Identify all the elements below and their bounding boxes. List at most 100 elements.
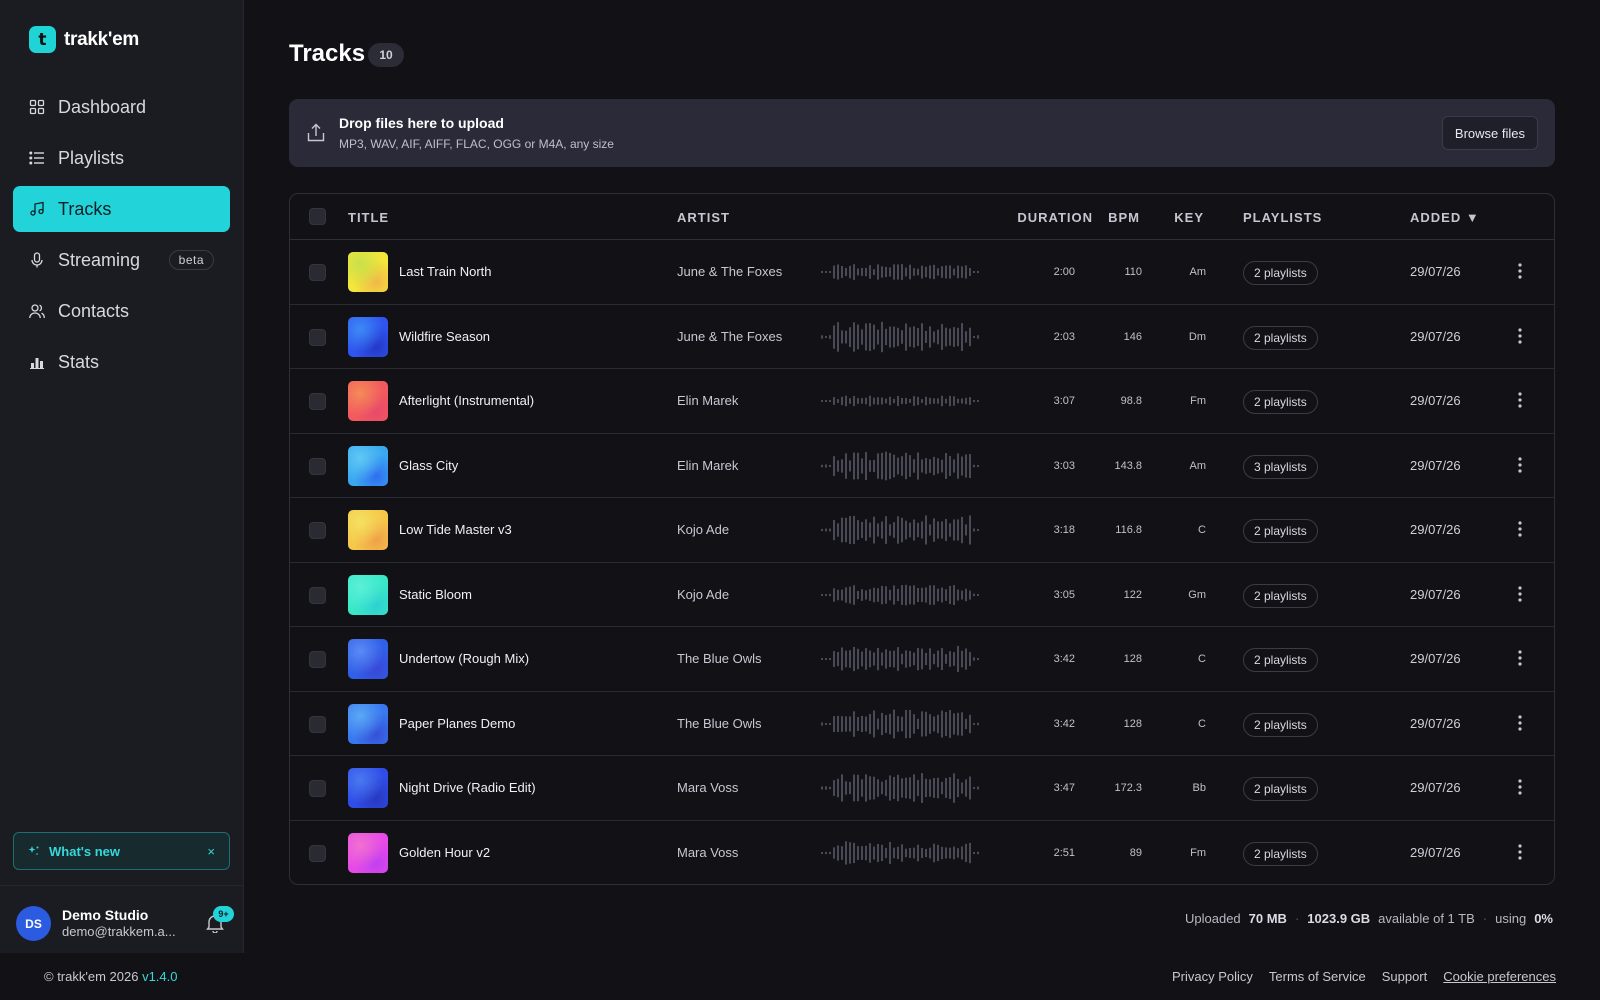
track-title[interactable]: Wildfire Season (399, 329, 490, 344)
waveform[interactable] (820, 833, 982, 873)
row-checkbox[interactable] (309, 586, 326, 604)
waveform[interactable] (820, 381, 982, 421)
table-row[interactable]: Undertow (Rough Mix) The Blue Owls 3:42 128… (290, 627, 1554, 692)
waveform[interactable] (820, 252, 982, 292)
playlists-pill[interactable]: 2 playlists (1243, 648, 1318, 672)
row-checkbox[interactable] (309, 328, 326, 346)
table-row[interactable]: Low Tide Master v3 Kojo Ade 3:18 116.8 C 2 pl… (290, 498, 1554, 563)
whats-new-banner[interactable]: What's new × (13, 832, 230, 870)
cookie-preferences-link[interactable]: Cookie preferences (1443, 969, 1556, 984)
more-options-icon[interactable] (1518, 262, 1522, 280)
more-options-icon[interactable] (1518, 585, 1522, 603)
terms-of-service-link[interactable]: Terms of Service (1269, 969, 1366, 984)
track-title[interactable]: Night Drive (Radio Edit) (399, 780, 536, 795)
page-title: Tracks (289, 40, 366, 67)
version-link[interactable]: v1.4.0 (142, 969, 177, 984)
row-checkbox[interactable] (309, 522, 326, 539)
playlists-pill[interactable]: 2 playlists (1243, 390, 1318, 414)
sidebar-item-stats[interactable]: Stats (13, 339, 230, 385)
waveform[interactable] (820, 768, 982, 808)
track-title[interactable]: Paper Planes Demo (399, 716, 515, 731)
sidebar-item-dashboard[interactable]: Dashboard (13, 84, 230, 130)
waveform-bar (949, 328, 951, 346)
playlists-pill[interactable]: 2 playlists (1243, 325, 1318, 350)
row-checkbox[interactable] (309, 651, 326, 668)
waveform-bar (889, 650, 891, 667)
track-title[interactable]: Static Bloom (399, 587, 472, 602)
table-row[interactable]: Golden Hour v2 Mara Voss 2:51 89 Fm 2 playlis… (290, 821, 1554, 885)
column-key[interactable]: KEY (1174, 210, 1204, 225)
waveform-bar (937, 268, 939, 276)
table-row[interactable]: Night Drive (Radio Edit) Mara Voss 3:47 172… (290, 756, 1554, 821)
waveform-bar (977, 334, 979, 339)
waveform[interactable] (820, 446, 982, 486)
track-title[interactable]: Glass City (399, 458, 458, 473)
track-title[interactable]: Golden Hour v2 (399, 845, 490, 860)
upload-dropzone[interactable]: Drop files here to upload MP3, WAV, AIF,… (289, 99, 1555, 167)
more-options-icon[interactable] (1518, 520, 1522, 538)
table-row[interactable]: Glass City Elin Marek 3:03 143.8 Am 3 playlis… (290, 434, 1554, 498)
more-options-icon[interactable] (1518, 456, 1522, 474)
row-checkbox[interactable] (309, 844, 326, 862)
row-checkbox[interactable] (309, 780, 326, 797)
playlists-pill[interactable]: 2 playlists (1243, 841, 1318, 866)
track-artist: Kojo Ade (677, 522, 730, 537)
column-bpm[interactable]: BPM (1108, 210, 1140, 225)
more-options-icon[interactable] (1518, 778, 1522, 796)
more-options-icon[interactable] (1518, 327, 1522, 345)
column-artist[interactable]: ARTIST (677, 210, 730, 225)
waveform[interactable] (820, 317, 982, 357)
table-row[interactable]: Last Train North June & The Foxes 2:00 110 A… (290, 240, 1554, 305)
more-options-icon[interactable] (1518, 649, 1522, 667)
playlists-pill[interactable]: 2 playlists (1243, 777, 1318, 801)
sidebar-item-contacts[interactable]: Contacts (13, 288, 230, 334)
user-profile[interactable]: DS Demo Studio demo@trakkem.a... 9+ (0, 885, 244, 953)
waveform-bar (977, 593, 979, 596)
support-link[interactable]: Support (1382, 969, 1428, 984)
waveform[interactable] (820, 575, 982, 615)
sidebar-item-tracks[interactable]: Tracks (13, 186, 230, 232)
table-row[interactable]: Static Bloom Kojo Ade 3:05 122 Gm 2 playlists… (290, 563, 1554, 627)
waveform-bar (885, 585, 887, 604)
waveform-bar (953, 458, 955, 473)
row-checkbox[interactable] (309, 715, 326, 733)
column-title[interactable]: TITLE (348, 210, 389, 225)
table-row[interactable]: Afterlight (Instrumental) Elin Marek 3:07 9… (290, 369, 1554, 434)
track-title[interactable]: Undertow (Rough Mix) (399, 651, 529, 666)
waveform[interactable] (820, 510, 982, 550)
waveform-bar (857, 324, 859, 349)
more-options-icon[interactable] (1518, 843, 1522, 861)
playlists-pill[interactable]: 2 playlists (1243, 261, 1318, 285)
waveform-bar (825, 722, 827, 725)
column-duration[interactable]: DURATION (1017, 210, 1093, 225)
logo[interactable]: t trakk'em (29, 26, 139, 53)
table-row[interactable]: Wildfire Season June & The Foxes 2:03 146 Dm… (290, 305, 1554, 369)
column-added[interactable]: ADDED ▼ (1410, 210, 1480, 225)
sidebar-item-playlists[interactable]: Playlists (13, 135, 230, 181)
playlists-pill[interactable]: 2 playlists (1243, 583, 1318, 608)
playlists-pill[interactable]: 3 playlists (1243, 454, 1318, 479)
select-all-checkbox[interactable] (309, 208, 326, 225)
privacy-policy-link[interactable]: Privacy Policy (1172, 969, 1253, 984)
waveform[interactable] (820, 639, 982, 679)
table-row[interactable]: Paper Planes Demo The Blue Owls 3:42 128 C 2 … (290, 692, 1554, 756)
browse-files-button[interactable]: Browse files (1441, 116, 1538, 150)
track-title[interactable]: Last Train North (399, 264, 492, 279)
row-checkbox[interactable] (309, 457, 326, 475)
waveform-bar (921, 521, 923, 539)
column-playlists[interactable]: PLAYLISTS (1243, 210, 1322, 225)
waveform[interactable] (820, 704, 982, 744)
playlists-pill[interactable]: 2 playlists (1243, 519, 1318, 543)
available-value: 1023.9 GB (1307, 911, 1371, 926)
more-options-icon[interactable] (1518, 714, 1522, 732)
row-checkbox[interactable] (309, 264, 326, 281)
close-icon[interactable]: × (207, 844, 215, 859)
waveform-bar (849, 841, 851, 864)
playlists-pill[interactable]: 2 playlists (1243, 712, 1318, 737)
more-options-icon[interactable] (1518, 391, 1522, 409)
row-checkbox[interactable] (309, 393, 326, 410)
waveform-bar (909, 454, 911, 477)
track-title[interactable]: Low Tide Master v3 (399, 522, 512, 537)
track-title[interactable]: Afterlight (Instrumental) (399, 393, 534, 408)
sidebar-item-streaming[interactable]: Streaming beta (13, 237, 230, 283)
